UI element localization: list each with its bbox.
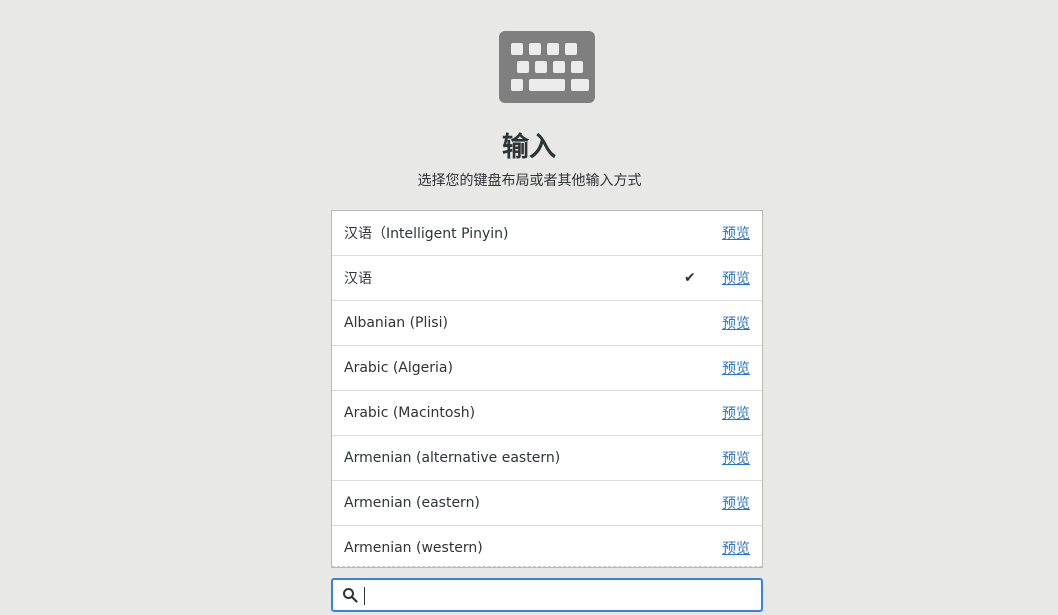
list-item[interactable]: Arabic (Macintosh) 预览 bbox=[332, 391, 762, 436]
list-item[interactable]: Arabic (Algeria) 预览 bbox=[332, 346, 762, 391]
preview-link[interactable]: 预览 bbox=[722, 538, 750, 558]
input-setup-page: 输入 选择您的键盘布局或者其他输入方式 汉语（Intelligent Pinyi… bbox=[0, 0, 1058, 615]
layout-label: 汉语（Intelligent Pinyin) bbox=[344, 226, 509, 242]
search-icon bbox=[343, 588, 358, 603]
text-caret bbox=[364, 587, 365, 605]
layout-label: 汉语 bbox=[344, 271, 372, 287]
page-title: 输入 bbox=[502, 132, 556, 163]
search-box[interactable] bbox=[331, 578, 763, 612]
layout-label: Armenian (eastern) bbox=[344, 495, 480, 511]
list-item[interactable]: 汉语（Intelligent Pinyin) 预览 bbox=[332, 211, 762, 256]
preview-link[interactable]: 预览 bbox=[722, 313, 750, 333]
preview-link[interactable]: 预览 bbox=[722, 358, 750, 378]
list-item[interactable]: Armenian (western) 预览 bbox=[332, 526, 762, 567]
keyboard-icon bbox=[499, 31, 595, 103]
layout-label: Armenian (western) bbox=[344, 540, 483, 556]
list-item[interactable]: Armenian (eastern) 预览 bbox=[332, 481, 762, 526]
layout-label: Arabic (Algeria) bbox=[344, 360, 453, 376]
preview-link[interactable]: 预览 bbox=[722, 403, 750, 423]
preview-link[interactable]: 预览 bbox=[722, 223, 750, 243]
layout-label: Albanian (Plisi) bbox=[344, 315, 448, 331]
list-item[interactable]: Albanian (Plisi) 预览 bbox=[332, 301, 762, 346]
layout-label: Armenian (alternative eastern) bbox=[344, 450, 561, 466]
page-subtitle: 选择您的键盘布局或者其他输入方式 bbox=[417, 173, 642, 189]
list-item[interactable]: 汉语 ✔ 预览 bbox=[332, 256, 762, 301]
preview-link[interactable]: 预览 bbox=[722, 448, 750, 468]
search-input[interactable] bbox=[363, 583, 753, 607]
keyboard-layout-list[interactable]: 汉语（Intelligent Pinyin) 预览 汉语 ✔ 预览 Albani… bbox=[331, 210, 763, 568]
preview-link[interactable]: 预览 bbox=[722, 493, 750, 513]
checkmark-icon: ✔ bbox=[684, 270, 696, 286]
list-item[interactable]: Armenian (alternative eastern) 预览 bbox=[332, 436, 762, 481]
preview-link[interactable]: 预览 bbox=[722, 268, 750, 288]
layout-label: Arabic (Macintosh) bbox=[344, 405, 476, 421]
